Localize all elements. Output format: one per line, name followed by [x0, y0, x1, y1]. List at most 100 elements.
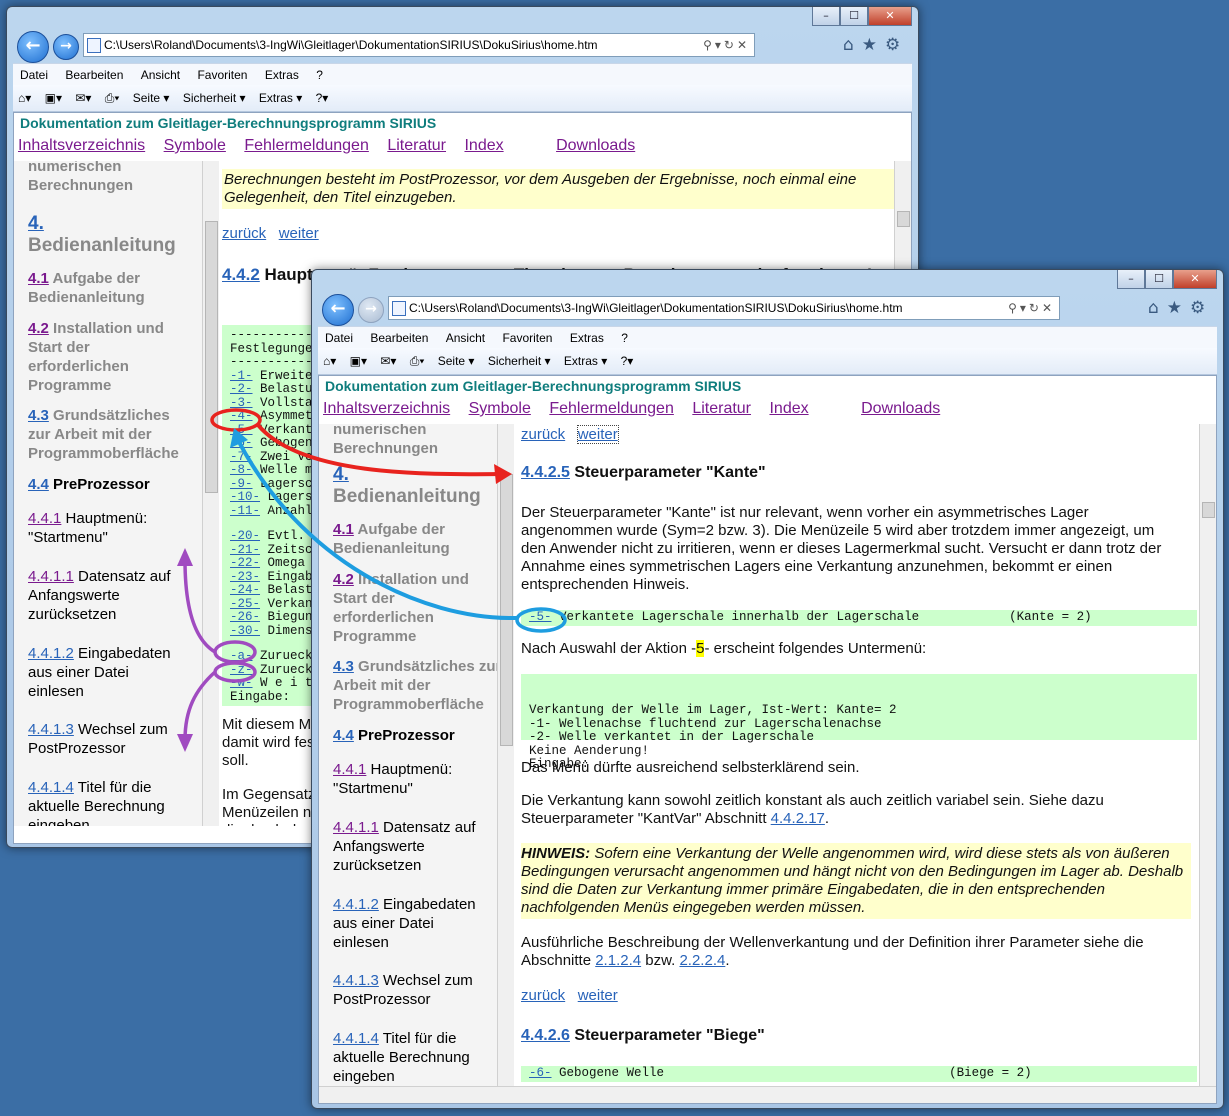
print-icon[interactable]: ⎙▾ — [405, 348, 430, 369]
menu-datei[interactable]: Datei — [13, 64, 55, 82]
toc-4-4[interactable]: 4.4 PreProzessor — [333, 726, 455, 745]
menu-5-link[interactable]: -5- — [529, 610, 552, 624]
toc-4-4-1-1[interactable]: 4.4.1.1 Datensatz auf Anfangswerte zurüc… — [28, 567, 188, 624]
menu-number-link[interactable]: -23- — [230, 570, 260, 584]
zurueck-link-2[interactable]: zurück — [521, 987, 565, 1004]
toc-4-4-1-4[interactable]: 4.4.1.4 Titel für die aktuelle Berechnun… — [333, 1029, 493, 1086]
menu-number-link[interactable]: -21- — [230, 543, 260, 557]
gear-icon[interactable]: ⚙ — [885, 35, 900, 55]
home-icon[interactable]: ⌂▾ — [13, 85, 36, 105]
toc-4-4-1-2[interactable]: 4.4.1.2 Eingabedaten aus einer Datei ein… — [28, 644, 188, 701]
sidebar-scrollbar[interactable] — [497, 424, 514, 1086]
nav-symbole[interactable]: Symbole — [469, 400, 531, 417]
nav-fehlermeldungen[interactable]: Fehlermeldungen — [244, 137, 369, 154]
menu-number-link[interactable]: -2- — [230, 382, 253, 396]
menu-number-link[interactable]: -7- — [230, 450, 253, 464]
menu-favoriten[interactable]: Favoriten — [190, 64, 254, 82]
menu-number-link[interactable]: -11- — [230, 504, 260, 518]
help-icon[interactable]: ?▾ — [616, 348, 639, 368]
cmd-sicherheit[interactable]: Sicherheit ▾ — [178, 85, 251, 105]
link-2-2-2-4[interactable]: 2.2.2.4 — [679, 952, 725, 969]
nav-inhaltsverzeichnis[interactable]: Inhaltsverzeichnis — [323, 400, 450, 417]
heading-biege-number[interactable]: 4.4.2.6 — [521, 1027, 570, 1044]
link-4-4-2-17[interactable]: 4.4.2.17 — [771, 810, 825, 827]
nav-literatur[interactable]: Literatur — [692, 400, 751, 417]
toc-4-4-1-3[interactable]: 4.4.1.3 Wechsel zum PostProzessor — [333, 971, 493, 1009]
menu-datei[interactable]: Datei — [318, 327, 360, 345]
forward-button[interactable]: → — [358, 297, 384, 323]
toc-4-4-1-1[interactable]: 4.4.1.1 Datensatz auf Anfangswerte zurüc… — [333, 818, 493, 875]
nav-downloads[interactable]: Downloads — [861, 400, 940, 417]
toc-4[interactable]: 4. Bedienanleitung — [333, 464, 493, 508]
nav-fehlermeldungen[interactable]: Fehlermeldungen — [549, 400, 674, 417]
forward-button[interactable]: → — [53, 34, 79, 60]
menu-bearbeiten[interactable]: Bearbeiten — [363, 327, 435, 345]
nav-downloads[interactable]: Downloads — [556, 137, 635, 154]
close-button[interactable]: ✕ — [1173, 270, 1217, 289]
cmd-extras[interactable]: Extras ▾ — [254, 85, 307, 105]
menu-number-link[interactable]: -24- — [230, 583, 260, 597]
feeds-icon[interactable]: ▣▾ — [40, 85, 67, 105]
menu-extras[interactable]: Extras — [258, 64, 306, 82]
menu-6-link[interactable]: -6- — [529, 1066, 552, 1080]
menu-number-link[interactable]: -10- — [230, 490, 260, 504]
menu-bearbeiten[interactable]: Bearbeiten — [58, 64, 130, 82]
menu-help[interactable]: ? — [309, 64, 330, 82]
menu-help[interactable]: ? — [614, 327, 635, 345]
menu-number-link[interactable]: -25- — [230, 597, 260, 611]
nav-literatur[interactable]: Literatur — [387, 137, 446, 154]
home-icon[interactable]: ⌂ — [843, 35, 854, 55]
toc-4-1[interactable]: 4.1 Aufgabe der Bedienanleitung — [28, 269, 188, 307]
weiter-link-2[interactable]: weiter — [578, 987, 618, 1004]
menu-favoriten[interactable]: Favoriten — [495, 327, 559, 345]
toc-4-4-1-4[interactable]: 4.4.1.4 Titel für die aktuelle Berechnun… — [28, 778, 188, 826]
cmd-seite[interactable]: Seite ▾ — [433, 348, 480, 368]
menu-number-link[interactable]: -4- — [230, 409, 253, 423]
toc-4-4[interactable]: 4.4 PreProzessor — [28, 475, 150, 494]
toc-4-1[interactable]: 4.1 Aufgabe der Bedienanleitung — [333, 520, 493, 558]
menu-number-link[interactable]: -30- — [230, 624, 260, 638]
maximize-button[interactable]: ☐ — [840, 7, 868, 26]
favorites-star-icon[interactable]: ★ — [862, 35, 877, 55]
back-button[interactable]: ← — [17, 31, 49, 63]
gear-icon[interactable]: ⚙ — [1190, 298, 1205, 318]
favorites-star-icon[interactable]: ★ — [1167, 298, 1182, 318]
menu-number-link[interactable]: -1- — [230, 369, 253, 383]
weiter-link[interactable]: weiter — [576, 425, 619, 444]
feeds-icon[interactable]: ▣▾ — [345, 348, 372, 368]
minimize-button[interactable]: – — [1117, 270, 1145, 289]
nav-inhaltsverzeichnis[interactable]: Inhaltsverzeichnis — [18, 137, 145, 154]
help-icon[interactable]: ?▾ — [311, 85, 334, 105]
link-2-1-2-4[interactable]: 2.1.2.4 — [595, 952, 641, 969]
weiter-link[interactable]: weiter — [279, 225, 319, 242]
search-refresh-stop-icons[interactable]: ⚲▾↻✕ — [703, 34, 750, 56]
menu-number-link[interactable]: -5- — [230, 423, 253, 437]
cmd-sicherheit[interactable]: Sicherheit ▾ — [483, 348, 556, 368]
address-bar[interactable]: C:\Users\Roland\Documents\3-IngWi\Gleitl… — [83, 33, 755, 57]
menu-number-link[interactable]: -6- — [230, 436, 253, 450]
toc-4-3[interactable]: 4.3 Grundsätzliches zur Arbeit mit der P… — [333, 657, 503, 714]
menu-number-link[interactable]: -22- — [230, 556, 260, 570]
maximize-button[interactable]: ☐ — [1145, 270, 1173, 289]
zurueck-link[interactable]: zurück — [521, 426, 565, 443]
home-icon[interactable]: ⌂▾ — [318, 348, 341, 368]
menu-ansicht[interactable]: Ansicht — [134, 64, 187, 82]
toc-4-4-1[interactable]: 4.4.1 Hauptmenü: "Startmenu" — [28, 509, 178, 547]
print-icon[interactable]: ⎙▾ — [100, 85, 125, 106]
menu-number-link[interactable]: -w- — [230, 676, 253, 690]
menu-ansicht[interactable]: Ansicht — [439, 327, 492, 345]
content-scrollbar[interactable] — [1199, 424, 1216, 1086]
menu-number-link[interactable]: -20- — [230, 529, 260, 543]
menu-number-link[interactable]: -9- — [230, 477, 253, 491]
sidebar-scrollbar[interactable] — [202, 161, 219, 826]
menu-number-link[interactable]: -8- — [230, 463, 253, 477]
cmd-extras[interactable]: Extras ▾ — [559, 348, 612, 368]
heading-kante-number[interactable]: 4.4.2.5 — [521, 464, 570, 481]
toc-4-4-1-2[interactable]: 4.4.1.2 Eingabedaten aus einer Datei ein… — [333, 895, 493, 952]
toc-4-3[interactable]: 4.3 Grundsätzliches zur Arbeit mit der P… — [28, 406, 196, 463]
nav-index[interactable]: Index — [769, 400, 808, 417]
search-refresh-stop-icons[interactable]: ⚲▾↻✕ — [1008, 297, 1055, 319]
home-icon[interactable]: ⌂ — [1148, 298, 1159, 318]
back-button[interactable]: ← — [322, 294, 354, 326]
minimize-button[interactable]: – — [812, 7, 840, 26]
